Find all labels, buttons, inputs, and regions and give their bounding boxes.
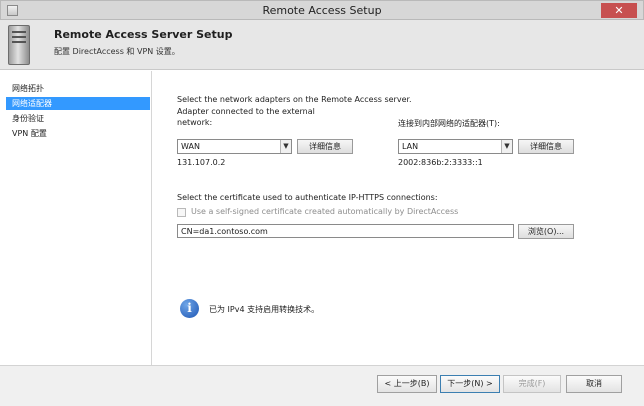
external-adapter-value: WAN — [181, 142, 200, 151]
wizard-title: Remote Access Server Setup — [54, 28, 233, 41]
wizard-header: Remote Access Server Setup 配置 DirectAcce… — [0, 20, 644, 70]
certificate-label: Select the certificate used to authentic… — [177, 193, 438, 202]
nav-item-vpn-config[interactable]: VPN 配置 — [6, 127, 150, 140]
internal-adapter-select[interactable]: LAN ▼ — [398, 139, 513, 154]
server-icon — [8, 25, 30, 65]
next-button[interactable]: 下一步(N) > — [440, 375, 500, 393]
external-details-button[interactable]: 详细信息 — [297, 139, 353, 154]
external-adapter-address: 131.107.0.2 — [177, 158, 226, 167]
nav-item-network-topology[interactable]: 网络拓扑 — [6, 82, 150, 95]
window-title: Remote Access Setup — [262, 4, 382, 17]
certificate-field[interactable]: CN=da1.contoso.com — [177, 224, 514, 238]
internal-adapter-label: 连接到内部网络的适配器(T): — [398, 119, 500, 128]
chevron-down-icon[interactable]: ▼ — [501, 140, 512, 153]
info-text: 已为 IPv4 支持启用转换技术。 — [209, 305, 320, 314]
wizard-steps-nav: 网络拓扑 网络适配器 身份验证 VPN 配置 — [0, 71, 152, 365]
external-adapter-label-cont: network: — [177, 118, 213, 127]
back-button[interactable]: < 上一步(B) — [377, 375, 437, 393]
finish-button[interactable]: 完成(F) — [503, 375, 561, 393]
certificate-value: CN=da1.contoso.com — [181, 227, 268, 236]
self-signed-checkbox[interactable] — [177, 208, 186, 217]
nav-item-network-adapters[interactable]: 网络适配器 — [6, 97, 150, 110]
main-panel: Select the network adapters on the Remot… — [153, 71, 642, 365]
internal-adapter-value: LAN — [402, 142, 419, 151]
nav-item-authentication[interactable]: 身份验证 — [6, 112, 150, 125]
external-adapter-label: Adapter connected to the external — [177, 107, 315, 116]
internal-details-button[interactable]: 详细信息 — [518, 139, 574, 154]
info-icon: i — [180, 299, 199, 318]
title-bar: Remote Access Setup ✕ — [0, 0, 644, 20]
browse-button[interactable]: 浏览(O)... — [518, 224, 574, 239]
cancel-button[interactable]: 取消 — [566, 375, 622, 393]
close-button[interactable]: ✕ — [601, 3, 637, 18]
wizard-subtitle: 配置 DirectAccess 和 VPN 设置。 — [54, 47, 180, 56]
wizard-footer: < 上一步(B) 下一步(N) > 完成(F) 取消 — [0, 365, 644, 406]
self-signed-label: Use a self-signed certificate created au… — [191, 207, 459, 216]
chevron-down-icon[interactable]: ▼ — [280, 140, 291, 153]
external-adapter-select[interactable]: WAN ▼ — [177, 139, 292, 154]
instruction-text: Select the network adapters on the Remot… — [177, 95, 412, 104]
internal-adapter-address: 2002:836b:2:3333::1 — [398, 158, 483, 167]
